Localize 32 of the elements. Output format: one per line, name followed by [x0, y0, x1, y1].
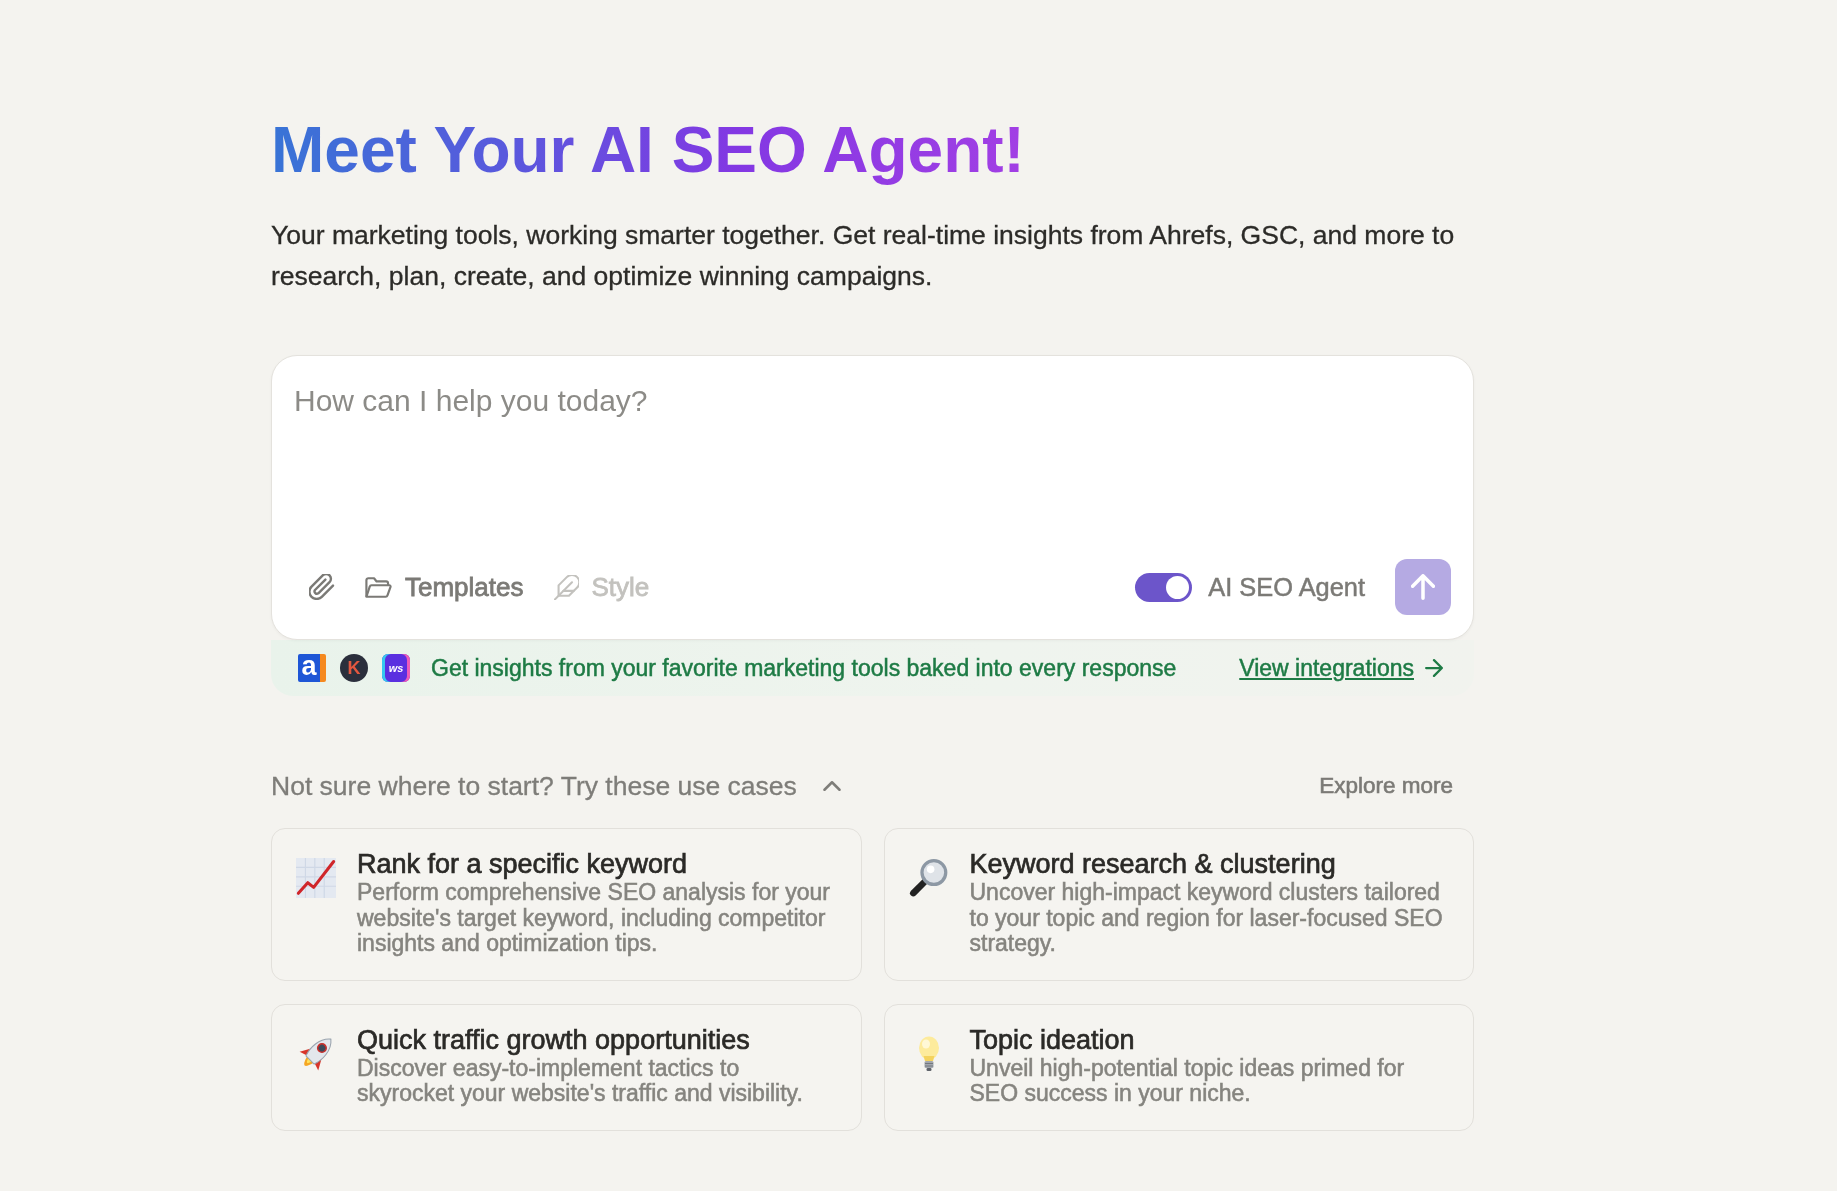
card-title: Topic ideation: [969, 1023, 1136, 1056]
card-title: Rank for a specific keyword: [357, 848, 689, 880]
chart-icon: [296, 858, 336, 898]
card-description: Unveil high-potential topic ideas primed for SEO success in your niche.: [969, 1055, 1406, 1107]
card-title: Keyword research & clustering: [969, 848, 1337, 880]
magnifier-icon: [908, 858, 949, 898]
card-description: Discover easy-to-implement tactics to skyrocket your website's traffic and visibility.: [357, 1055, 804, 1107]
integration-logo: K: [340, 654, 368, 682]
card-description: Uncover high-impact keyword clusters tailored to your topic and region for laser-focused SEO strategy.: [969, 880, 1444, 957]
use-case-card[interactable]: Topic ideation Unveil high-potential topic ideas primed for SEO success in your niche.: [883, 1003, 1474, 1131]
section-title: Not sure where to start? Try these use cases: [271, 770, 797, 802]
toolbar-button[interactable]: Templates: [365, 572, 524, 602]
toggle-label: AI SEO Agent: [1208, 572, 1365, 602]
banner-text: Get insights from your favorite marketing tools baked into every response: [431, 654, 1177, 682]
view-integrations-link[interactable]: View integrations: [1239, 654, 1443, 682]
intro-text: Your marketing tools, working smarter together. Get real-time insights from Ahrefs, GSC, and more to research, plan, create, and optimize winning campaigns.: [271, 219, 1456, 293]
use-case-card[interactable]: Quick traffic growth opportunities Discover easy-to-implement tactics to skyrocket your website's traffic and visibility.: [271, 1003, 862, 1131]
arrow-right-icon: [1425, 659, 1443, 677]
feather-icon: [553, 574, 579, 600]
integration-logo: a: [298, 654, 326, 682]
card-title: Quick traffic growth opportunities: [357, 1023, 751, 1056]
folder-icon: [365, 576, 392, 598]
chevron-up-icon[interactable]: [822, 781, 841, 791]
arrow-up-icon: [1411, 574, 1435, 600]
use-case-card[interactable]: Rank for a specific keyword Perform comprehensive SEO analysis for your website's target keyword, including competitor insights and optimization tips.: [271, 828, 862, 981]
use-case-card[interactable]: Keyword research & clustering Uncover high-impact keyword clusters tailored to your topic and region for laser-focused SEO strategy.: [883, 828, 1474, 981]
integration-logo: ws: [382, 654, 410, 682]
paperclip-icon[interactable]: [309, 574, 335, 600]
prompt-input[interactable]: How can I help you today?: [294, 383, 1451, 545]
toggle-switch[interactable]: [1135, 572, 1193, 602]
explore-more-link[interactable]: Explore more: [1319, 772, 1453, 800]
card-description: Perform comprehensive SEO analysis for your website's target keyword, including competitor insights and optimization tips.: [357, 880, 831, 957]
